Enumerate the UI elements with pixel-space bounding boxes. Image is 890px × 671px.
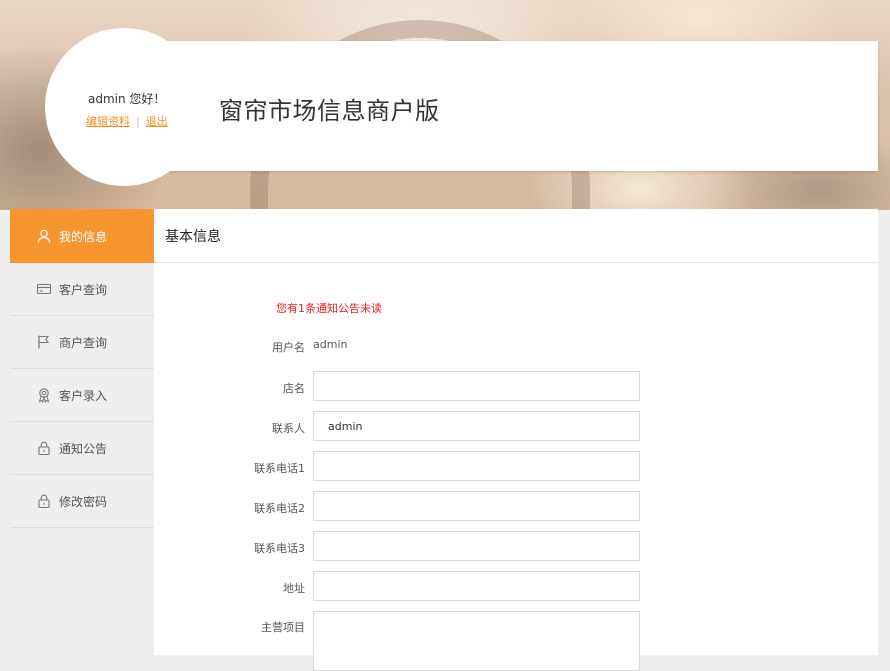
lock-icon — [36, 440, 52, 456]
badge-icon — [36, 387, 52, 403]
sidebar-item-customer-entry[interactable]: 客户录入 — [10, 369, 154, 422]
phone1-label: 联系电话1 — [254, 462, 305, 475]
card-icon — [36, 281, 52, 297]
edit-profile-link[interactable]: 编辑资料 — [86, 115, 130, 128]
sidebar-item-change-password[interactable]: 修改密码 — [10, 475, 154, 528]
sidebar-item-label: 我的信息 — [59, 229, 108, 244]
contact-label: 联系人 — [272, 422, 305, 435]
sidebar: 我的信息 客户查询 商户查询 客户录入 通知公告 修改密码 — [10, 209, 154, 655]
user-panel — [45, 28, 203, 186]
phone2-input[interactable] — [313, 491, 640, 521]
main-panel: 基本信息 您有1条通知公告未读 用户名 admin 店名 联系人 联系电话1 联… — [154, 209, 878, 671]
phone3-label: 联系电话3 — [254, 542, 305, 555]
phone3-row: 联系电话3 — [154, 531, 878, 561]
business-label: 主营项目 — [261, 621, 305, 634]
sidebar-item-my-info[interactable]: 我的信息 — [10, 209, 154, 263]
user-icon — [36, 228, 52, 244]
shop-name-row: 店名 — [154, 371, 878, 401]
business-row: 主营项目 — [154, 611, 878, 671]
lock-icon — [36, 493, 52, 509]
sidebar-item-customer-query[interactable]: 客户查询 — [10, 263, 154, 316]
user-links: 编辑资料 | 退出 — [86, 113, 168, 129]
sidebar-item-label: 修改密码 — [59, 494, 108, 509]
business-textarea[interactable] — [313, 611, 640, 671]
phone3-input[interactable] — [313, 531, 640, 561]
logout-link[interactable]: 退出 — [146, 115, 168, 128]
sidebar-item-label: 商户查询 — [59, 335, 108, 350]
username-value: admin — [313, 338, 348, 351]
address-row: 地址 — [154, 571, 878, 601]
phone1-row: 联系电话1 — [154, 451, 878, 481]
contact-row: 联系人 — [154, 411, 878, 441]
phone1-input[interactable] — [313, 451, 640, 481]
phone2-label: 联系电话2 — [254, 502, 305, 515]
shop-name-label: 店名 — [283, 382, 305, 395]
shop-name-input[interactable] — [313, 371, 640, 401]
phone2-row: 联系电话2 — [154, 491, 878, 521]
sidebar-item-label: 客户查询 — [59, 282, 108, 297]
username-label: 用户名 — [272, 341, 305, 354]
flag-icon — [36, 334, 52, 350]
contact-input[interactable] — [313, 411, 640, 441]
section-title: 基本信息 — [154, 209, 878, 263]
sidebar-item-label: 通知公告 — [59, 441, 108, 456]
sidebar-item-notices[interactable]: 通知公告 — [10, 422, 154, 475]
link-separator: | — [136, 115, 140, 128]
unread-notice-message[interactable]: 您有1条通知公告未读 — [276, 300, 382, 316]
address-label: 地址 — [283, 582, 305, 595]
site-title: 窗帘市场信息商户版 — [219, 97, 440, 125]
address-input[interactable] — [313, 571, 640, 601]
sidebar-item-label: 客户录入 — [59, 388, 108, 403]
sidebar-item-merchant-query[interactable]: 商户查询 — [10, 316, 154, 369]
username-row: 用户名 admin — [154, 336, 878, 366]
user-greeting: admin 您好！ — [88, 92, 166, 106]
